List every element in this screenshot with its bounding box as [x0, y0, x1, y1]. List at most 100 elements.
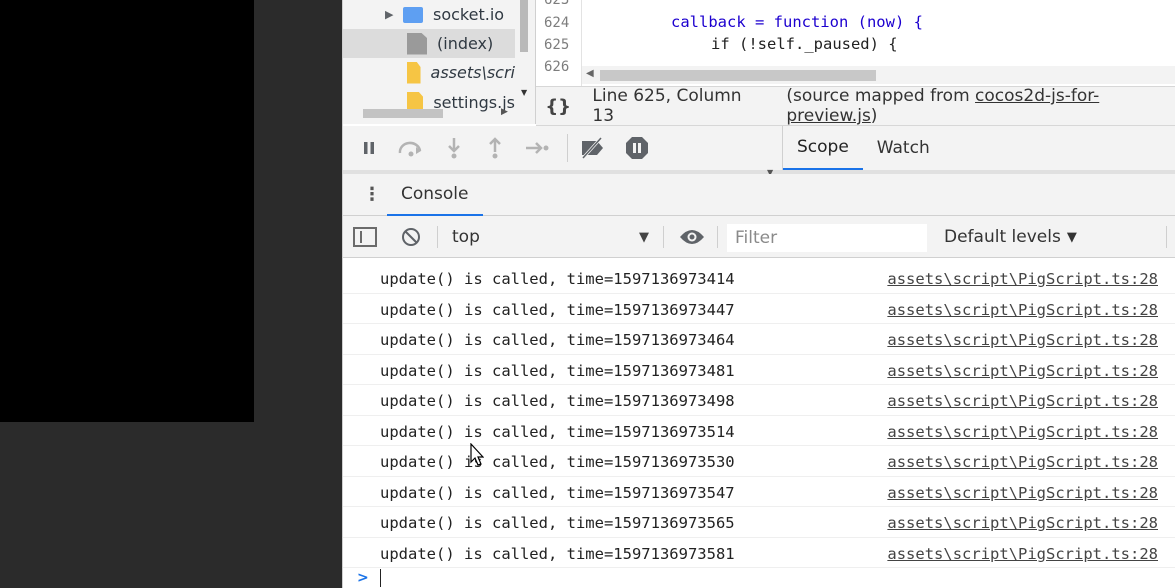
- pause-icon[interactable]: [355, 134, 383, 162]
- file-icon: [407, 32, 427, 55]
- navigator-horizontal-scrollbar[interactable]: ▶: [343, 105, 518, 121]
- context-value: top: [452, 227, 480, 247]
- text-caret: [380, 569, 381, 587]
- navigator-item-socket-io[interactable]: ▶ socket.io: [343, 0, 515, 29]
- message-source-link[interactable]: assets\script\PigScript.ts:28: [887, 423, 1158, 441]
- line-number[interactable]: 624: [544, 15, 569, 31]
- navigator-item-label: socket.io: [433, 5, 505, 24]
- sidebar-tabs: Scope Watch: [783, 126, 1175, 170]
- navigator-item-assets-script[interactable]: assets\scri: [343, 58, 515, 87]
- sources-navigator: ▶ socket.io (index) assets\scri settings…: [343, 0, 536, 124]
- message-text: update() is called, time=1597136973447: [380, 300, 735, 319]
- scroll-left-icon[interactable]: ◀: [586, 68, 594, 79]
- message-source-link[interactable]: assets\script\PigScript.ts:28: [887, 362, 1158, 380]
- execution-context-select[interactable]: top ▼: [443, 216, 657, 258]
- message-source-link[interactable]: assets\script\PigScript.ts:28: [887, 270, 1158, 288]
- debugger-toolbar: [343, 126, 783, 170]
- console-message: update() is called, time=1597136973447 as…: [343, 294, 1175, 324]
- message-source-link[interactable]: assets\script\PigScript.ts:28: [887, 514, 1158, 532]
- console-message: update() is called, time=1597136973565 as…: [343, 507, 1175, 538]
- message-source-link[interactable]: assets\script\PigScript.ts:28: [887, 301, 1158, 319]
- source-map-suffix: ): [870, 106, 878, 126]
- code-editor[interactable]: 623 624 625 626 callback = function (now…: [536, 0, 1175, 86]
- console-message: update() is called, time=1597136973581 as…: [343, 538, 1175, 568]
- console-message: update() is called, time=1597136973547 as…: [343, 477, 1175, 507]
- pretty-print-button[interactable]: {}: [536, 96, 580, 117]
- message-text: update() is called, time=1597136973547: [380, 483, 735, 502]
- code-line-625: if (!self._paused) {: [711, 35, 898, 53]
- code-line-624: callback = function (now) {: [671, 13, 923, 31]
- scrollbar-thumb[interactable]: [363, 109, 443, 118]
- message-text: update() is called, time=1597136973530: [380, 453, 735, 471]
- message-text: update() is called, time=1597136973498: [380, 392, 735, 410]
- message-source-link[interactable]: assets\script\PigScript.ts:28: [887, 484, 1158, 502]
- game-preview-canvas: [0, 0, 254, 422]
- live-expression-eye-icon[interactable]: [677, 226, 707, 248]
- message-text: update() is called, time=1597136973481: [380, 361, 735, 380]
- pause-on-exceptions-icon[interactable]: [623, 134, 651, 162]
- mouse-pointer-icon: [470, 443, 484, 466]
- tab-watch[interactable]: Watch: [863, 126, 944, 170]
- step-icon[interactable]: [523, 134, 551, 162]
- scroll-down-icon[interactable]: ▼: [521, 88, 527, 97]
- prompt-chevron-icon: >: [357, 570, 369, 586]
- console-message: update() is called, time=1597136973514 as…: [343, 416, 1175, 446]
- deactivate-breakpoints-icon[interactable]: [579, 134, 607, 162]
- navigator-item-label: assets\scri: [430, 63, 515, 82]
- toolbar-separator: [1166, 226, 1167, 248]
- message-text: update() is called, time=1597136973414: [380, 270, 735, 288]
- tab-console[interactable]: Console: [387, 174, 483, 216]
- line-number[interactable]: 623: [544, 0, 569, 8]
- console-prompt[interactable]: >: [343, 567, 1175, 588]
- console-message: update() is called, time=1597136973530 as…: [343, 446, 1175, 477]
- folder-icon: [403, 6, 423, 23]
- scrollbar-thumb[interactable]: [600, 70, 876, 81]
- message-text: update() is called, time=1597136973514: [380, 422, 735, 441]
- console-filter-input[interactable]: [727, 224, 927, 252]
- message-source-link[interactable]: assets\script\PigScript.ts:28: [887, 331, 1158, 349]
- cursor-position: Line 625, Column 13: [592, 86, 742, 126]
- step-into-icon[interactable]: [440, 134, 468, 162]
- toolbar-separator: [567, 134, 568, 162]
- console-message: update() is called, time=1597136973414 as…: [343, 263, 1175, 294]
- clear-console-icon[interactable]: [399, 226, 423, 248]
- source-map-info: (source mapped from cocos2d-js-for-previ…: [786, 86, 1175, 126]
- line-number-gutter: 623 624 625 626: [536, 0, 582, 86]
- message-text: update() is called, time=1597136973581: [380, 544, 735, 563]
- toolbar-separator: [663, 226, 664, 248]
- step-over-icon[interactable]: [397, 134, 425, 162]
- devtools-panel: ▶ socket.io (index) assets\scri settings…: [342, 0, 1175, 588]
- show-console-sidebar-icon[interactable]: [353, 227, 377, 247]
- console-message: update() is called, time=1597136973481 as…: [343, 355, 1175, 385]
- toolbar-separator: [717, 226, 718, 248]
- navigator-item-index[interactable]: (index): [343, 29, 515, 58]
- message-source-link[interactable]: assets\script\PigScript.ts:28: [887, 545, 1158, 563]
- code-text: callback = function (now) {: [671, 13, 923, 31]
- dropdown-caret-icon: ▼: [639, 229, 649, 245]
- code-text: if (!self._paused) {: [711, 35, 898, 53]
- navigator-vertical-scrollbar[interactable]: ▼: [518, 0, 532, 100]
- editor-horizontal-scrollbar[interactable]: ◀: [582, 66, 1175, 84]
- message-source-link[interactable]: assets\script\PigScript.ts:28: [887, 392, 1158, 410]
- more-tools-menu-icon[interactable]: ⋮: [363, 184, 381, 205]
- line-number[interactable]: 625: [544, 37, 569, 53]
- scroll-right-icon[interactable]: ▶: [501, 107, 508, 117]
- console-toolbar: top ▼ Default levels ▼: [343, 216, 1175, 258]
- console-message: update() is called, time=1597136973498 as…: [343, 385, 1175, 416]
- page-background: [0, 0, 342, 588]
- js-file-icon: [407, 61, 421, 84]
- toolbar-separator: [437, 226, 438, 248]
- editor-status-bar: {} Line 625, Column 13 (source mapped fr…: [536, 86, 1175, 126]
- step-out-icon[interactable]: [481, 134, 509, 162]
- dropdown-caret-icon: ▼: [1066, 229, 1077, 245]
- log-levels-dropdown[interactable]: Default levels ▼: [944, 216, 1077, 258]
- scrollbar-thumb[interactable]: [520, 0, 528, 52]
- navigator-item-label: (index): [437, 34, 494, 53]
- tab-scope[interactable]: Scope: [783, 126, 863, 170]
- expand-arrow-icon[interactable]: ▶: [385, 8, 397, 21]
- source-map-prefix: (source mapped from: [786, 86, 976, 106]
- console-messages: update() is called, time=1597136973414 as…: [343, 259, 1175, 588]
- log-levels-label: Default levels: [944, 227, 1061, 247]
- line-number[interactable]: 626: [544, 59, 569, 75]
- message-source-link[interactable]: assets\script\PigScript.ts:28: [887, 453, 1158, 471]
